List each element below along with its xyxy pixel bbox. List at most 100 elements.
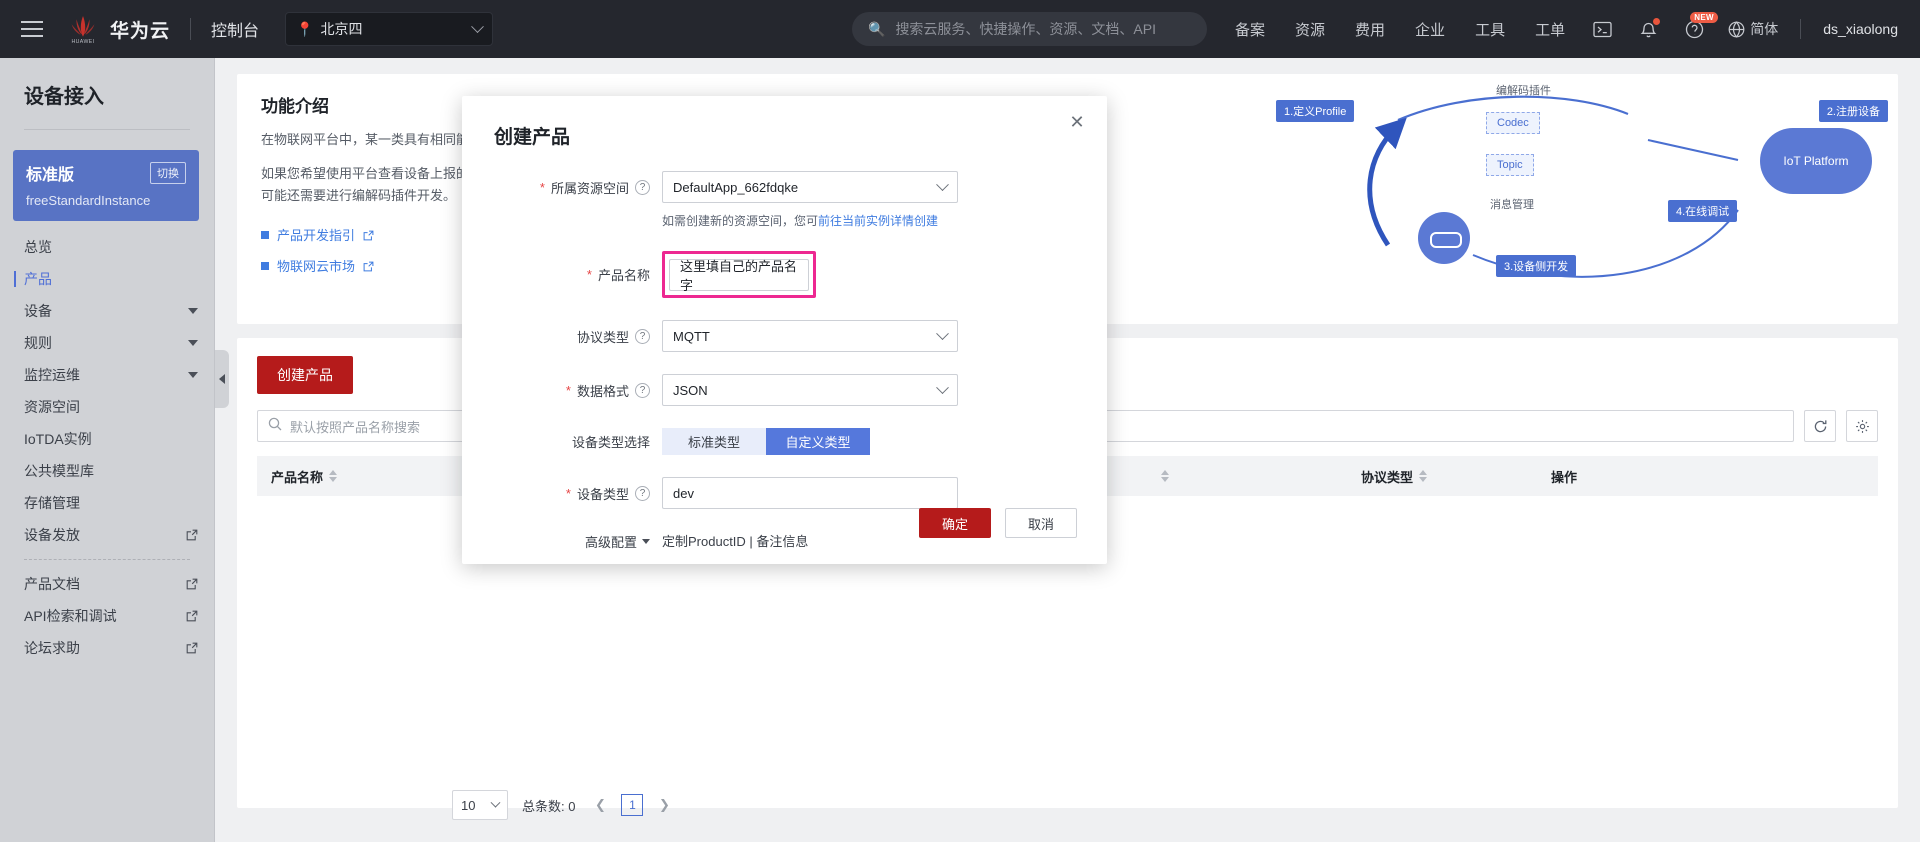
page-size-select[interactable]: 10 (452, 790, 508, 820)
sidebar-item-device-provisioning[interactable]: 设备发放 (0, 519, 214, 551)
dialog-footer: 确定 取消 (919, 508, 1077, 538)
left-sidebar: 设备接入 标准版 切换 freeStandardInstance 总览 产品 设… (0, 58, 215, 842)
sidebar-item-overview[interactable]: 总览 (0, 231, 214, 263)
sidebar-item-resource-space[interactable]: 资源空间 (0, 391, 214, 423)
sort-icon[interactable] (1161, 470, 1169, 482)
form-row-data-format: * 数据格式 ? JSON (492, 374, 1077, 406)
segment-custom-type[interactable]: 自定义类型 (766, 428, 870, 455)
confirm-button[interactable]: 确定 (919, 508, 991, 538)
sidebar-item-products[interactable]: 产品 (0, 263, 214, 295)
console-label[interactable]: 控制台 (211, 17, 259, 41)
page-nav: ❮ 1 ❯ (589, 794, 675, 816)
sidebar-item-label: IoTDA实例 (24, 431, 92, 447)
gear-icon[interactable] (1846, 410, 1878, 442)
nav-item-billing[interactable]: 费用 (1355, 19, 1385, 40)
help-circle-icon[interactable]: ? (635, 328, 650, 344)
caret-down-icon (642, 538, 650, 544)
table-column-protocol-type[interactable]: 协议类型 (1347, 467, 1537, 486)
sidebar-item-label: 存储管理 (24, 495, 80, 511)
advanced-config-toggle[interactable]: 高级配置 (585, 532, 650, 551)
diagram-label-message-mgmt: 消息管理 (1490, 199, 1534, 211)
create-product-form: * 所属资源空间 ? DefaultApp_662fdqke 如需创建新的资源空… (492, 171, 1077, 551)
terminal-icon[interactable] (1590, 17, 1614, 41)
collapse-left-icon (219, 374, 225, 384)
cancel-button[interactable]: 取消 (1005, 508, 1077, 538)
global-search-input[interactable]: 🔍 搜索云服务、快捷操作、资源、文档、API (852, 12, 1207, 46)
nav-item-enterprise[interactable]: 企业 (1415, 19, 1445, 40)
segment-standard-type[interactable]: 标准类型 (662, 428, 766, 455)
sidebar-item-product-docs[interactable]: 产品文档 (0, 568, 214, 600)
sidebar-item-public-model-library[interactable]: 公共模型库 (0, 455, 214, 487)
external-link-icon (186, 578, 198, 590)
diagram-label-codec-plugin: 编解码插件 (1496, 85, 1551, 97)
hint-link-create-space[interactable]: 前往当前实例详情创建 (818, 214, 938, 228)
page-number-1[interactable]: 1 (621, 794, 644, 816)
sidebar-item-api-explorer[interactable]: API检索和调试 (0, 600, 214, 632)
sidebar-item-forum-help[interactable]: 论坛求助 (0, 632, 214, 664)
user-account-menu[interactable]: ds_xiaolong (1823, 21, 1902, 37)
language-switcher[interactable]: 简体 (1728, 19, 1778, 39)
sidebar-item-label: 规则 (24, 335, 52, 351)
field-label: 产品名称 (597, 268, 650, 283)
nav-item-resources[interactable]: 资源 (1295, 19, 1325, 40)
chevron-right-icon[interactable]: ❯ (653, 794, 675, 816)
sidebar-item-devices[interactable]: 设备 (0, 295, 214, 327)
chevron-down-icon (490, 797, 501, 808)
sidebar-menu: 总览 产品 设备 规则 监控运维 资源空间 IoTDA实例 公共模型库 存储管理 (0, 231, 214, 664)
control-resource-space: DefaultApp_662fdqke (662, 171, 1077, 203)
sidebar-item-label: 公共模型库 (24, 463, 94, 479)
caret-down-icon (188, 308, 198, 314)
required-asterisk: * (565, 485, 571, 501)
sidebar-item-monitoring[interactable]: 监控运维 (0, 359, 214, 391)
protocol-type-select[interactable]: MQTT (662, 320, 958, 352)
external-link-icon (186, 642, 198, 654)
caret-down-icon (188, 372, 198, 378)
nav-item-tools[interactable]: 工具 (1475, 19, 1505, 40)
external-link-icon (186, 610, 198, 622)
huawei-cloud-logo[interactable]: HUAWEI 华为云 (66, 12, 170, 46)
table-column-3[interactable] (1147, 470, 1347, 482)
instance-switch-button[interactable]: 切换 (150, 162, 186, 184)
sort-icon[interactable] (329, 470, 338, 482)
chevron-down-icon (471, 19, 484, 33)
form-row-device-type-select: 设备类型选择 标准类型 自定义类型 (492, 428, 1077, 455)
create-product-button[interactable]: 创建产品 (257, 356, 353, 394)
instance-card[interactable]: 标准版 切换 freeStandardInstance (13, 150, 199, 221)
nav-item-beian[interactable]: 备案 (1235, 19, 1265, 40)
sidebar-item-rules[interactable]: 规则 (0, 327, 214, 359)
advanced-values: 定制ProductID | 备注信息 (662, 534, 809, 549)
region-selector[interactable]: 📍 北京四 (285, 12, 494, 46)
resource-space-select[interactable]: DefaultApp_662fdqke (662, 171, 958, 203)
diagram-step-4: 4.在线调试 (1668, 200, 1738, 222)
control-device-type-select: 标准类型 自定义类型 (662, 428, 1077, 455)
close-icon[interactable]: ✕ (1065, 110, 1089, 134)
nav-item-tickets[interactable]: 工单 (1535, 19, 1565, 40)
sidebar-item-iotda-instance[interactable]: IoTDA实例 (0, 423, 214, 455)
field-label: 设备类型选择 (571, 435, 650, 450)
data-format-select[interactable]: JSON (662, 374, 958, 406)
hamburger-icon[interactable] (4, 21, 60, 37)
field-label: 协议类型 (576, 329, 629, 345)
advanced-label: 高级配置 (584, 534, 637, 550)
sidebar-item-storage-management[interactable]: 存储管理 (0, 487, 214, 519)
chevron-left-icon[interactable]: ❮ (589, 794, 611, 816)
new-badge: NEW (1690, 12, 1718, 23)
chevron-down-icon (936, 380, 949, 394)
diagram-node-codec: Codec (1486, 112, 1540, 134)
refresh-icon[interactable] (1804, 410, 1836, 442)
device-type-input[interactable]: dev (662, 477, 958, 509)
help-circle-icon[interactable]: ? (635, 382, 650, 398)
field-label: 数据格式 (576, 383, 629, 399)
bell-icon[interactable] (1636, 17, 1661, 41)
help-circle-icon[interactable]: NEW (1682, 12, 1718, 41)
product-name-input[interactable]: 这里填自己的产品名字 (669, 259, 809, 293)
help-circle-icon[interactable]: ? (635, 485, 650, 501)
sidebar-collapse-toggle[interactable] (215, 350, 229, 408)
diagram-step-1: 1.定义Profile (1276, 100, 1355, 122)
sort-icon[interactable] (1419, 470, 1428, 482)
row-spacer (492, 455, 1077, 477)
header-icon-divider (1800, 19, 1802, 39)
help-circle-icon[interactable]: ? (635, 179, 650, 195)
total-count-label: 总条数: 0 (522, 798, 576, 814)
product-name-highlight: 这里填自己的产品名字 (662, 251, 816, 298)
